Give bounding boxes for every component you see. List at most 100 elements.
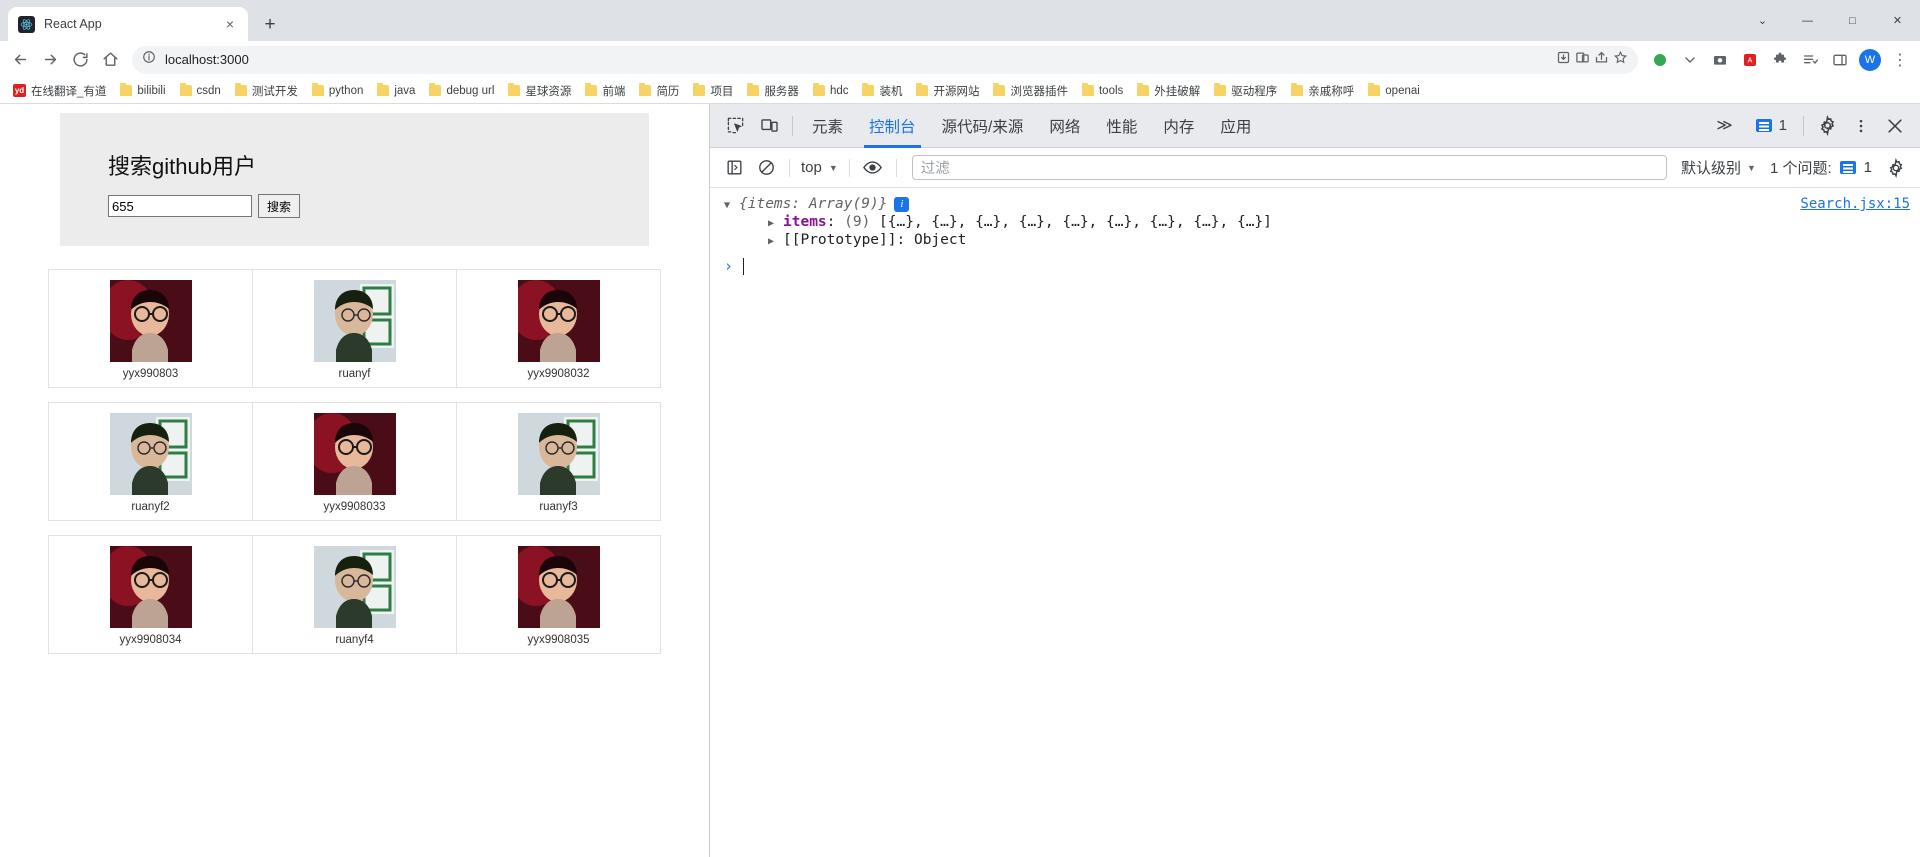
- window-more-icon[interactable]: ⌄: [1740, 0, 1785, 41]
- install-app-icon[interactable]: [1556, 50, 1571, 70]
- console-object-property[interactable]: ▶ items: (9) [{…}, {…}, {…}, {…}, {…}, {……: [710, 213, 1920, 231]
- bookmark-item[interactable]: csdn: [173, 83, 228, 99]
- new-tab-button[interactable]: +: [256, 10, 284, 38]
- search-button[interactable]: 搜索: [258, 194, 301, 218]
- address-bar[interactable]: localhost:3000: [132, 45, 1638, 74]
- device-toolbar-icon[interactable]: [752, 109, 786, 143]
- bookmark-item[interactable]: java: [370, 83, 422, 99]
- bookmark-item[interactable]: 服务器: [740, 81, 806, 101]
- bookmark-item[interactable]: 星球资源: [501, 81, 578, 101]
- expand-toggle-icon[interactable]: ▶: [768, 236, 778, 247]
- user-card[interactable]: ruanyf4: [253, 536, 457, 653]
- more-tabs-button[interactable]: ≫: [1703, 104, 1745, 148]
- console-log-entry[interactable]: ▼ {items: Array(9)} i Search.jsx:15: [710, 195, 1920, 213]
- devtools-actions: ≫ 1: [1703, 104, 1920, 148]
- clear-console-icon[interactable]: [750, 152, 782, 184]
- bookmark-item[interactable]: 亲戚称呼: [1284, 81, 1361, 101]
- window-minimize-button[interactable]: —: [1785, 0, 1830, 41]
- property-key: items: [783, 214, 827, 230]
- issues-badge[interactable]: 1: [1746, 117, 1797, 134]
- console-prompt[interactable]: ›: [710, 249, 1920, 275]
- kebab-menu-icon[interactable]: [1844, 109, 1878, 143]
- user-card[interactable]: yyx9908032: [457, 270, 660, 387]
- issues-count: 1: [1863, 159, 1872, 176]
- user-card[interactable]: ruanyf: [253, 270, 457, 387]
- user-card[interactable]: yyx9908034: [49, 536, 253, 653]
- log-level-dropdown[interactable]: 默认级别 ▼: [1675, 157, 1762, 178]
- tab-close-icon[interactable]: ×: [222, 16, 238, 32]
- issues-summary[interactable]: 1 个问题: 1: [1762, 157, 1880, 178]
- bookmark-item[interactable]: 简历: [632, 81, 686, 101]
- svg-text:A: A: [1748, 55, 1753, 64]
- source-link[interactable]: Search.jsx:15: [1800, 196, 1910, 212]
- bookmark-item[interactable]: 外挂破解: [1130, 81, 1207, 101]
- extension-puzzle-green-icon[interactable]: [1646, 46, 1674, 74]
- bookmark-item[interactable]: tools: [1075, 83, 1130, 99]
- extension-puzzle-icon[interactable]: [1766, 46, 1794, 74]
- bookmark-item[interactable]: python: [305, 83, 371, 99]
- close-icon[interactable]: [1878, 109, 1912, 143]
- devtools-tab-4[interactable]: 性能: [1093, 104, 1150, 148]
- devtools-tab-bar: 元素 控制台 源代码/来源 网络 性能 内存 应用 ≫ 1: [710, 104, 1920, 148]
- site-info-icon[interactable]: [142, 50, 156, 69]
- extension-chevron-icon[interactable]: [1676, 46, 1704, 74]
- bookmark-item[interactable]: yd 在线翻译_有道: [6, 81, 113, 101]
- window-close-button[interactable]: ✕: [1875, 0, 1920, 41]
- devtools-tab-5[interactable]: 内存: [1150, 104, 1207, 148]
- bookmark-star-icon[interactable]: [1613, 50, 1628, 70]
- console-filter-input[interactable]: 过滤: [911, 155, 1668, 180]
- user-card[interactable]: yyx9908033: [253, 403, 457, 520]
- sidepanel-icon[interactable]: [1826, 46, 1854, 74]
- expand-toggle-icon[interactable]: ▶: [768, 218, 778, 229]
- devtools-tab-1[interactable]: 控制台: [856, 104, 929, 148]
- bookmark-item[interactable]: openai: [1361, 83, 1427, 99]
- search-input[interactable]: [108, 195, 252, 217]
- user-card[interactable]: ruanyf3: [457, 403, 660, 520]
- bookmark-item[interactable]: 开源网站: [909, 81, 986, 101]
- user-login-name: yyx990803: [122, 368, 179, 380]
- home-icon[interactable]: [96, 46, 124, 74]
- console-sidebar-icon[interactable]: [718, 152, 750, 184]
- results-row: yyx9908034 ruanyf4 yyx9908035: [48, 535, 661, 654]
- console-settings-icon[interactable]: [1880, 152, 1912, 184]
- extension-translate-icon[interactable]: A: [1736, 46, 1764, 74]
- live-expression-icon[interactable]: [857, 152, 889, 184]
- inspect-element-icon[interactable]: [718, 109, 752, 143]
- property-count: (9): [844, 214, 880, 230]
- bookmark-item[interactable]: 驱动程序: [1207, 81, 1284, 101]
- reload-icon[interactable]: [66, 46, 94, 74]
- extension-screenshot-icon[interactable]: [1706, 46, 1734, 74]
- user-login-name: ruanyf2: [131, 501, 170, 513]
- bookmark-item[interactable]: 测试开发: [228, 81, 305, 101]
- bookmark-item[interactable]: hdc: [806, 83, 856, 99]
- console-object-property[interactable]: ▶ [[Prototype]]: Object: [710, 231, 1920, 249]
- devtools-tab-6[interactable]: 应用: [1207, 104, 1264, 148]
- bookmark-item[interactable]: 前端: [578, 81, 632, 101]
- bookmark-item[interactable]: 项目: [686, 81, 740, 101]
- bookmark-item[interactable]: 装机: [855, 81, 909, 101]
- user-card[interactable]: yyx9908035: [457, 536, 660, 653]
- user-login-name: ruanyf: [338, 368, 371, 380]
- gear-icon[interactable]: [1810, 109, 1844, 143]
- avatar[interactable]: W: [1856, 46, 1884, 74]
- info-badge-icon[interactable]: i: [894, 196, 910, 212]
- devtools-tab-2[interactable]: 源代码/来源: [929, 104, 1037, 148]
- user-card[interactable]: ruanyf2: [49, 403, 253, 520]
- back-icon[interactable]: [6, 46, 34, 74]
- expand-toggle-icon[interactable]: ▼: [724, 200, 734, 211]
- bookmark-item[interactable]: debug url: [422, 83, 501, 99]
- devtools-tab-3[interactable]: 网络: [1036, 104, 1093, 148]
- devtools-tab-0[interactable]: 元素: [799, 104, 856, 148]
- browser-menu-icon[interactable]: ⋮: [1886, 46, 1914, 74]
- execution-context-dropdown[interactable]: top ▼: [797, 159, 842, 176]
- bookmark-item[interactable]: 浏览器插件: [986, 81, 1075, 101]
- split-screen-icon[interactable]: [1575, 50, 1590, 70]
- forward-icon[interactable]: [36, 46, 64, 74]
- user-card[interactable]: yyx990803: [49, 270, 253, 387]
- browser-tab-react-app[interactable]: React App ×: [8, 7, 248, 41]
- log-level-value: 默认级别: [1681, 160, 1742, 177]
- window-maximize-button[interactable]: □: [1830, 0, 1875, 41]
- share-icon[interactable]: [1594, 50, 1609, 70]
- bookmark-item[interactable]: bilibili: [113, 83, 172, 99]
- reading-list-icon[interactable]: [1796, 46, 1824, 74]
